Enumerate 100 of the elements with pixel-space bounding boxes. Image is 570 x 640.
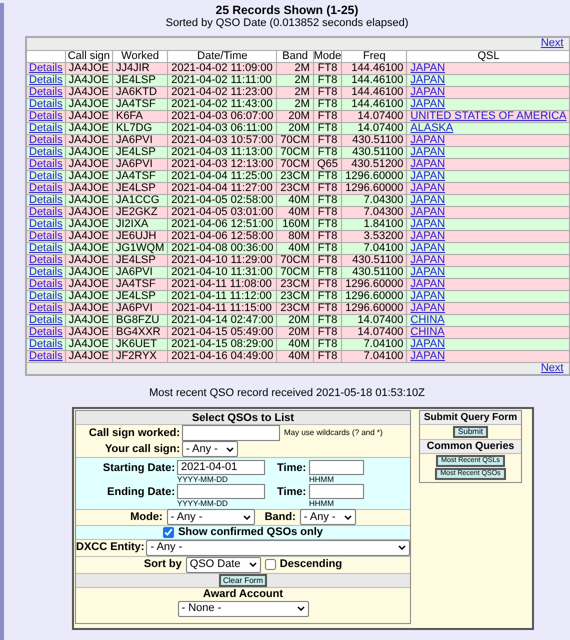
table-cell: JE4LSP [112, 74, 168, 86]
clear-form-button[interactable]: Clear Form [218, 574, 267, 586]
table-cell: JJ4JIR [112, 62, 168, 74]
table-cell: 144.46100 [342, 62, 407, 74]
table-cell: JE2GKZ [112, 206, 168, 218]
table-cell: JA4JOE [65, 242, 112, 254]
dropdown[interactable]: - Any - [166, 509, 255, 525]
table-cell: FT8 [313, 338, 342, 350]
section-title: Select QSOs to List [192, 412, 294, 424]
time-field[interactable] [309, 484, 364, 498]
table-cell: FT8 [313, 326, 342, 338]
table-cell: 14.07400 [342, 122, 407, 134]
table-cell: BG4XXR [112, 326, 168, 338]
table-cell: 2021-04-04 11:27:00 [168, 182, 277, 194]
table-cell: FT8 [313, 266, 342, 278]
table-cell: 160M [276, 218, 314, 230]
table-cell: 2M [276, 74, 314, 86]
table-cell: 2M [276, 62, 314, 74]
table-cell: Q65 [313, 158, 342, 170]
table-cell: 7.04300 [342, 206, 407, 218]
table-cell: 2021-04-15 05:49:00 [168, 326, 277, 338]
next-link[interactable]: Next [540, 362, 564, 374]
table-cell: JA6KTD [112, 86, 168, 98]
table-cell: 1296.60000 [342, 290, 407, 302]
chevron-down-icon [226, 446, 234, 452]
table-cell: FT8 [313, 242, 342, 254]
table-cell: JA6PVI [112, 134, 168, 146]
field-label: Mode: [130, 510, 163, 525]
table-cell: 2021-04-02 11:23:00 [168, 86, 277, 98]
checkbox-label: Descending [280, 557, 342, 572]
table-cell: JA4JOE [65, 302, 112, 314]
table-cell: 70CM [276, 266, 314, 278]
table-cell: 7.04300 [342, 194, 407, 206]
table-cell: JF2RYX [112, 350, 168, 362]
table-cell: 2021-04-10 11:31:00 [168, 266, 277, 278]
table-cell: 23CM [276, 290, 314, 302]
table-cell: FT8 [313, 110, 342, 122]
table-cell: JA4JOE [65, 266, 112, 278]
table-cell: JA4JOE [65, 110, 112, 122]
table-cell: JE4LSP [112, 254, 168, 266]
field-label: Starting Date: [102, 460, 175, 476]
next-link[interactable]: Next [540, 37, 564, 50]
table-cell: JA4TSF [112, 170, 168, 182]
table-cell: 2021-04-16 04:49:00 [168, 350, 277, 362]
table-cell: K6FA [112, 110, 168, 122]
table-cell: 430.51200 [342, 158, 407, 170]
table-cell: JA6PVI [112, 266, 168, 278]
column-header: Band [276, 50, 314, 62]
table-cell: 1296.60000 [342, 170, 407, 182]
table-cell: FT8 [313, 350, 342, 362]
table-cell: JA4TSF [112, 98, 168, 110]
dropdown[interactable]: - None - [178, 600, 308, 616]
table-cell: 20M [276, 326, 314, 338]
table-cell: 144.46100 [342, 98, 407, 110]
dropdown[interactable]: - Any - [300, 509, 356, 525]
table-cell: JA4JOE [65, 194, 112, 206]
table-cell: 1296.60000 [342, 302, 407, 314]
format-hint: HHMM [309, 498, 334, 508]
table-cell: JA4JOE [65, 122, 112, 134]
table-cell: FT8 [313, 170, 342, 182]
table-cell: FT8 [313, 182, 342, 194]
table-cell: FT8 [313, 146, 342, 158]
table-cell: JA4JOE [65, 230, 112, 242]
chevron-down-icon [242, 514, 251, 520]
field-label: Time: [277, 460, 308, 476]
table-cell: 20M [276, 122, 314, 134]
table-cell: 2021-04-05 02:58:00 [168, 194, 277, 206]
table-cell: 2021-04-03 06:11:00 [168, 122, 277, 134]
table-cell: 144.46100 [342, 74, 407, 86]
dropdown[interactable]: - Any - [146, 540, 410, 556]
table-cell: JA6PVI [112, 158, 168, 170]
column-header: Date/Time [168, 50, 277, 62]
chevron-down-icon [398, 545, 406, 550]
checkbox-label: Show confirmed QSOs only [178, 524, 323, 540]
checkbox[interactable] [264, 559, 276, 570]
table-cell: 2021-04-06 12:51:00 [168, 218, 277, 230]
submit-button[interactable]: Submit [453, 426, 488, 438]
table-cell: 14.07400 [342, 110, 407, 122]
date-field[interactable] [177, 484, 265, 498]
checkbox[interactable] [163, 526, 174, 538]
dropdown[interactable]: - Any - [182, 441, 238, 457]
dropdown[interactable]: QSO Date [186, 556, 261, 572]
table-cell: FT8 [313, 302, 342, 314]
sort-summary: Sorted by QSO Date (0.013852 seconds elapsed) [164, 17, 410, 30]
call-sign-field[interactable] [182, 425, 280, 441]
table-cell: FT8 [313, 194, 342, 206]
date-field[interactable]: 2021-04-01 [177, 460, 265, 474]
table-cell: JA4JOE [65, 290, 112, 302]
table-cell: FT8 [313, 62, 342, 74]
table-cell: 430.51100 [342, 254, 407, 266]
table-cell: 2021-04-11 11:08:00 [168, 278, 277, 290]
last-received-text: Most recent QSO record received 2021-05-18 01:53:10Z [148, 386, 426, 401]
table-cell: 7.04100 [342, 242, 407, 254]
time-field[interactable] [309, 460, 364, 474]
table-cell: 430.51100 [342, 134, 407, 146]
chevron-down-icon [248, 562, 257, 567]
table-cell: JA4JOE [65, 158, 112, 170]
table-cell: JA4JOE [65, 134, 112, 146]
table-cell: FT8 [313, 134, 342, 146]
table-cell: 2021-04-15 08:29:00 [168, 338, 277, 350]
